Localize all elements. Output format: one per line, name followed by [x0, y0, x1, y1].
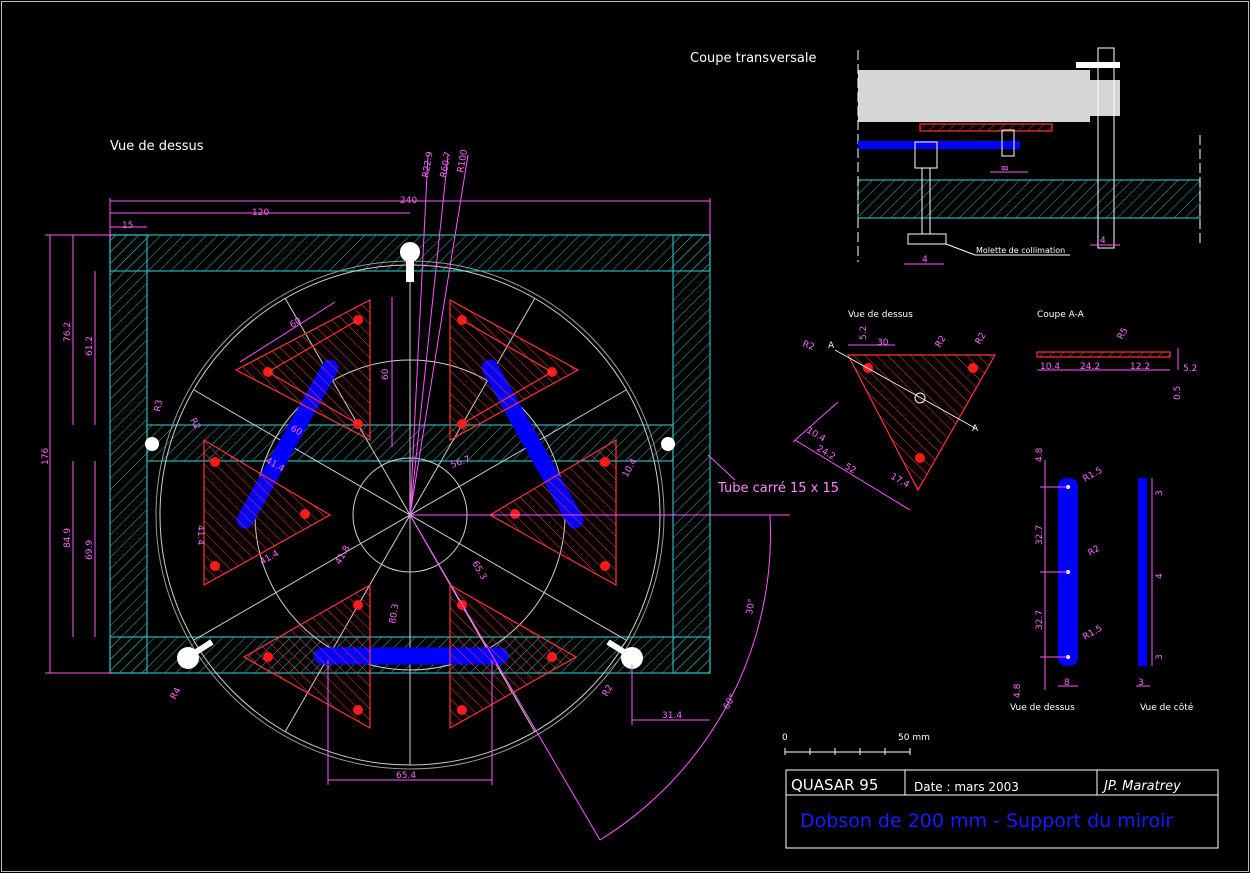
svg-text:3: 3 — [1155, 654, 1165, 660]
bar-top-title: Vue de dessus — [1010, 703, 1075, 713]
svg-text:A: A — [828, 341, 835, 351]
svg-text:50 mm: 50 mm — [898, 733, 930, 743]
svg-text:17.4: 17.4 — [889, 472, 912, 491]
svg-text:R2: R2 — [974, 331, 989, 346]
svg-text:12.2: 12.2 — [1130, 362, 1150, 372]
pad-section-title: Coupe A-A — [1037, 310, 1085, 320]
svg-text:10.4: 10.4 — [805, 426, 828, 445]
cross-section-view: Coupe transversale Molette de collimatio… — [690, 47, 1201, 265]
drawing-title: Dobson de 200 mm - Support du miroir — [800, 810, 1173, 832]
svg-text:R2: R2 — [601, 683, 616, 698]
svg-text:R5: R5 — [1116, 326, 1131, 341]
svg-text:R2: R2 — [934, 334, 949, 349]
svg-text:4: 4 — [922, 255, 928, 265]
svg-text:76.2: 76.2 — [63, 322, 73, 342]
svg-text:41.4: 41.4 — [195, 525, 205, 545]
svg-text:R4: R4 — [169, 686, 184, 702]
svg-text:4.8: 4.8 — [1013, 683, 1023, 698]
main-top-view: Vue de dessus 240 120 15 176 76.2 61.2 8… — [41, 139, 839, 841]
scale-bar: 0 50 mm — [782, 733, 930, 755]
svg-text:A: A — [972, 424, 979, 434]
svg-text:32.7: 32.7 — [1035, 525, 1045, 545]
svg-text:R3: R3 — [153, 399, 165, 413]
svg-text:60: 60 — [381, 368, 391, 380]
svg-text:120: 120 — [252, 208, 269, 218]
svg-text:3: 3 — [1155, 490, 1165, 496]
pad-top-view: Vue de dessus A A R2 R2 R2 5.2 30 10.4 2… — [792, 310, 997, 511]
svg-text:3: 3 — [1138, 678, 1144, 688]
svg-text:15: 15 — [122, 221, 133, 231]
svg-text:30°: 30° — [745, 598, 758, 615]
svg-text:60: 60 — [289, 316, 304, 331]
drawing-date: Date : mars 2003 — [914, 780, 1019, 794]
pad-top-title: Vue de dessus — [848, 310, 913, 320]
svg-text:10.4: 10.4 — [1040, 362, 1060, 372]
svg-text:R2: R2 — [801, 339, 816, 352]
title-block: QUASAR 95 Date : mars 2003 JP. Maratrey … — [785, 769, 1219, 849]
svg-text:65.4: 65.4 — [396, 771, 416, 781]
svg-text:5.2: 5.2 — [859, 326, 869, 340]
svg-text:4.8: 4.8 — [1035, 447, 1045, 462]
drawing-author: JP. Maratrey — [1101, 779, 1181, 794]
svg-text:R1.5: R1.5 — [1082, 624, 1105, 643]
svg-text:4: 4 — [1100, 236, 1106, 246]
svg-text:69.9: 69.9 — [85, 540, 95, 560]
bar-side-view: 3 4 3 3 Vue de côté — [1136, 478, 1194, 713]
svg-text:80.3: 80.3 — [388, 603, 401, 624]
svg-text:240: 240 — [400, 196, 417, 206]
bar-side-title: Vue de côté — [1140, 702, 1194, 713]
svg-text:0: 0 — [782, 733, 788, 743]
svg-text:41.8: 41.8 — [334, 544, 353, 567]
svg-text:R2: R2 — [1087, 544, 1102, 559]
project-name: QUASAR 95 — [791, 776, 878, 794]
knob-label: Molette de collimation — [976, 246, 1065, 255]
svg-text:61.2: 61.2 — [85, 336, 95, 356]
svg-text:4: 4 — [1155, 573, 1165, 579]
svg-text:5.2: 5.2 — [1183, 364, 1197, 374]
top-view-title: Vue de dessus — [110, 139, 204, 154]
svg-text:24.2: 24.2 — [1080, 362, 1100, 372]
svg-text:8: 8 — [1001, 165, 1011, 171]
svg-text:32.7: 32.7 — [1035, 610, 1045, 630]
svg-text:30: 30 — [877, 338, 889, 348]
cad-drawing: Vue de dessus 240 120 15 176 76.2 61.2 8… — [1, 1, 1249, 872]
svg-text:R60.7: R60.7 — [439, 151, 453, 179]
svg-text:8: 8 — [1064, 678, 1070, 688]
svg-text:176: 176 — [41, 448, 51, 465]
tube-label: Tube carré 15 x 15 — [717, 481, 839, 496]
svg-text:R22.9: R22.9 — [421, 151, 435, 179]
svg-text:84.9: 84.9 — [63, 528, 73, 548]
svg-text:24.2: 24.2 — [815, 444, 837, 463]
cross-section-title: Coupe transversale — [690, 51, 816, 66]
svg-text:0.5: 0.5 — [1173, 386, 1183, 400]
pad-section-view: Coupe A-A R5 10.4 24.2 12.2 5.2 0.5 — [1036, 310, 1197, 400]
bar-top-view: 4.8 32.7 32.7 4.8 R1.5 R2 R1.5 8 Vue de … — [1010, 447, 1104, 713]
svg-text:60°: 60° — [722, 693, 739, 712]
svg-text:R1.5: R1.5 — [1082, 466, 1105, 485]
svg-text:65.3: 65.3 — [469, 560, 488, 582]
svg-text:R100: R100 — [456, 148, 470, 173]
svg-text:52: 52 — [843, 462, 858, 476]
svg-text:31.4: 31.4 — [662, 711, 682, 721]
